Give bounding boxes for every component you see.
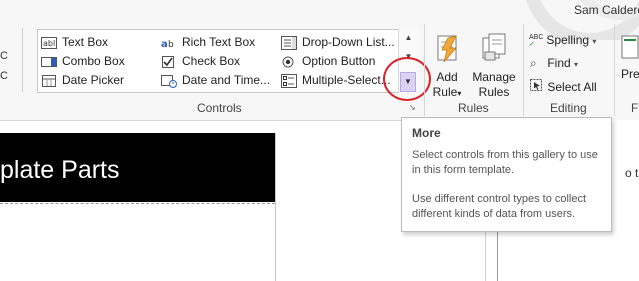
add-rule-label-2: Rule▾ <box>432 85 462 99</box>
group-separator <box>614 24 615 116</box>
spelling-icon: ABC ✓ <box>529 33 544 48</box>
next-group-label: F <box>631 101 639 115</box>
manage-rules-label-1: Manage <box>472 70 516 84</box>
section-boundary <box>0 203 275 204</box>
controls-group-label: Controls <box>197 101 242 115</box>
chevron-down-icon: ▾ <box>592 37 597 46</box>
task-pane-divider <box>497 232 498 281</box>
svg-text:b: b <box>168 40 174 50</box>
text-box-label: Text Box <box>62 35 109 49</box>
date-picker-label: Date Picker <box>62 73 125 87</box>
multiple-select-control[interactable]: Multiple-Select... <box>281 71 391 89</box>
date-picker-icon <box>41 74 57 88</box>
option-button-icon <box>281 55 297 69</box>
tooltip-text-2: Use different control types to collect d… <box>412 193 587 220</box>
rules-group-label: Rules <box>458 101 489 115</box>
text-box-control[interactable]: abl Text Box <box>41 33 108 51</box>
combo-box-label: Combo Box <box>62 54 125 68</box>
rich-text-box-control[interactable]: ab Rich Text Box <box>161 33 255 51</box>
stub-label: C <box>0 70 8 82</box>
spelling-button[interactable]: ABC ✓ Spelling ▾ <box>529 33 596 48</box>
drop-down-list-icon <box>281 35 297 50</box>
template-header-text: plate Parts <box>0 156 120 184</box>
text-box-icon: abl <box>41 36 57 50</box>
combo-box-icon <box>41 55 57 69</box>
date-time-label: Date and Time... <box>182 73 271 87</box>
group-separator <box>523 24 524 116</box>
preview-button-label[interactable]: Pre <box>621 67 639 81</box>
select-all-icon <box>530 79 544 94</box>
add-rule-icon <box>437 35 457 63</box>
preview-icon[interactable] <box>620 34 639 60</box>
rich-text-box-label: Rich Text Box <box>182 35 256 49</box>
select-all-button[interactable]: Select All <box>530 79 597 94</box>
previous-group-stub: C C <box>0 28 23 92</box>
option-button-control[interactable]: Option Button <box>281 52 375 70</box>
add-rule-label-1: Add <box>436 70 458 84</box>
check-box-label: Check Box <box>182 54 241 68</box>
select-all-label: Select All <box>547 80 597 94</box>
option-button-label: Option Button <box>302 54 376 68</box>
task-pane-text: o the <box>625 166 639 180</box>
tooltip-title: More <box>412 126 441 140</box>
page-edge <box>275 133 276 281</box>
combo-box-control[interactable]: Combo Box <box>41 52 125 70</box>
binoculars-icon: ⌕ <box>530 56 537 70</box>
group-separator <box>424 24 425 116</box>
user-name[interactable]: Sam Calderc <box>574 3 639 17</box>
svg-text:a: a <box>161 39 168 50</box>
check-box-icon <box>161 55 177 69</box>
check-box-control[interactable]: Check Box <box>161 52 240 70</box>
multiple-select-label: Multiple-Select... <box>302 73 391 87</box>
tooltip-text-1: Select controls from this gallery to use… <box>412 149 598 176</box>
find-button[interactable]: ⌕ Find ▾ <box>530 56 578 71</box>
controls-gallery: abl Text Box Combo Box Date Picker ab Ri… <box>37 29 418 93</box>
find-label: Find <box>547 56 571 70</box>
date-time-control[interactable]: Date and Time... <box>161 71 270 89</box>
date-picker-control[interactable]: Date Picker <box>41 71 124 89</box>
dialog-launcher-icon[interactable]: ↘ <box>409 104 417 112</box>
svg-text:abl: abl <box>43 39 55 48</box>
manage-rules-icon <box>482 33 506 61</box>
stub-label: C <box>0 50 8 62</box>
scroll-up-icon[interactable]: ▲ <box>401 30 416 46</box>
chevron-down-icon: ▾ <box>574 60 579 69</box>
manage-rules-button[interactable]: Manage Rules <box>469 32 519 100</box>
spelling-label: Spelling <box>546 33 590 47</box>
drop-down-list-label: Drop-Down List... <box>302 35 395 49</box>
manage-rules-label-2: Rules <box>478 85 510 99</box>
more-tooltip: More Select controls from this gallery t… <box>401 117 612 232</box>
drop-down-list-control[interactable]: Drop-Down List... <box>281 33 395 51</box>
add-rule-button[interactable]: Add Rule▾ <box>430 32 464 101</box>
date-time-icon <box>161 74 177 88</box>
editing-group-label: Editing <box>550 101 587 115</box>
rich-text-box-icon: ab <box>161 36 177 50</box>
multiple-select-icon <box>281 73 297 88</box>
